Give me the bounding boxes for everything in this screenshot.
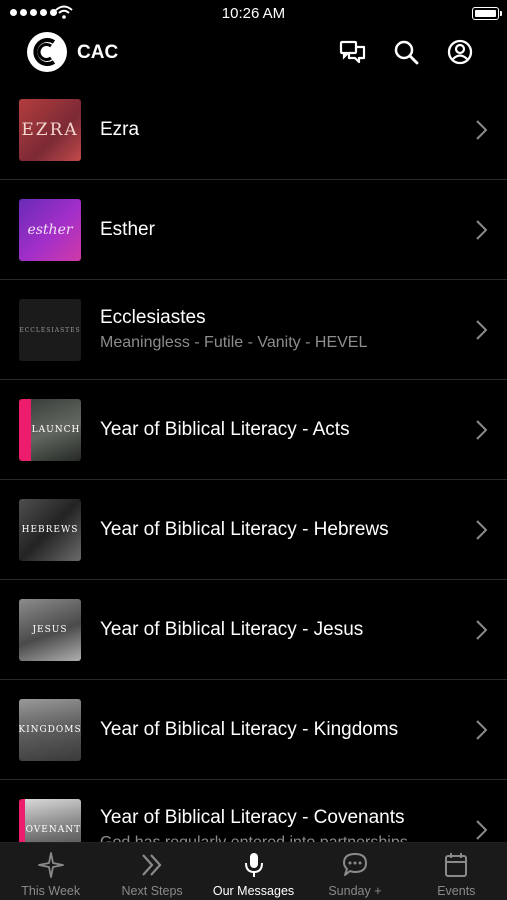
chevron-right-icon [476, 820, 488, 840]
list-item[interactable]: ECCLESIASTES Ecclesiastes Meaningless - … [0, 280, 507, 380]
app-header: CAC [0, 28, 507, 80]
series-thumbnail: ECCLESIASTES [19, 299, 81, 361]
double-chevron-icon [142, 854, 162, 876]
logo-icon[interactable] [27, 32, 67, 72]
series-title: Year of Biblical Literacy - Hebrews [100, 518, 389, 540]
chevron-right-icon [476, 220, 488, 240]
tab-label: Events [437, 884, 476, 898]
chevron-right-icon [476, 620, 488, 640]
list-item[interactable]: HEBREWS Year of Biblical Literacy - Hebr… [0, 480, 507, 580]
series-list: EZRA Ezra esther Esther ECCLESIASTES Ecc… [0, 80, 507, 842]
list-item[interactable]: LAUNCH Year of Biblical Literacy - Acts [0, 380, 507, 480]
series-title: Year of Biblical Literacy - Acts [100, 418, 350, 440]
tab-bar: This Week Next Steps Our Messages Sunday… [0, 842, 507, 900]
series-title: Ezra [100, 118, 140, 140]
series-thumbnail: LAUNCH [19, 399, 81, 461]
list-item[interactable]: EZRA Ezra [0, 80, 507, 180]
chevron-right-icon [476, 120, 488, 140]
list-item[interactable]: esther Esther [0, 180, 507, 280]
series-subtitle: God has regularly entered into partnersh… [100, 834, 457, 842]
series-title: Year of Biblical Literacy - Kingdoms [100, 718, 399, 740]
series-thumbnail: esther [19, 199, 81, 261]
tab-label: Sunday + [328, 884, 382, 898]
list-item[interactable]: KINGDOMS Year of Biblical Literacy - Kin… [0, 680, 507, 780]
sparkle-icon [37, 852, 64, 878]
status-bar: 10:26 AM [0, 0, 507, 28]
series-thumbnail: JESUS [19, 599, 81, 661]
list-item[interactable]: JESUS Year of Biblical Literacy - Jesus [0, 580, 507, 680]
chat-bubbles-icon[interactable] [339, 38, 367, 66]
chevron-right-icon [476, 720, 488, 740]
chevron-right-icon [476, 520, 488, 540]
series-title: Esther [100, 218, 155, 240]
series-thumbnail: COVENANTS [19, 799, 81, 842]
series-thumbnail: KINGDOMS [19, 699, 81, 761]
series-thumbnail: EZRA [19, 99, 81, 161]
tab-label: This Week [21, 884, 81, 898]
series-title: Year of Biblical Literacy - Covenants [100, 807, 405, 828]
chat-bubble-icon [342, 853, 367, 876]
tab-this-week[interactable]: This Week [0, 843, 101, 900]
series-title: Year of Biblical Literacy - Jesus [100, 618, 364, 640]
battery-icon [472, 7, 502, 20]
microphone-icon [244, 853, 263, 877]
tab-next-steps[interactable]: Next Steps [101, 843, 202, 900]
chevron-right-icon [476, 320, 488, 340]
chevron-right-icon [476, 420, 488, 440]
calendar-icon [445, 853, 468, 877]
list-item[interactable]: COVENANTS Year of Biblical Literacy - Co… [0, 780, 507, 842]
brand-name: CAC [77, 42, 119, 63]
account-icon[interactable] [446, 38, 474, 66]
tab-sunday-plus[interactable]: Sunday + [304, 843, 405, 900]
search-icon[interactable] [392, 38, 420, 66]
tab-our-messages[interactable]: Our Messages [203, 843, 304, 900]
series-thumbnail: HEBREWS [19, 499, 81, 561]
series-subtitle: Meaningless - Futile - Vanity - HEVEL [100, 334, 368, 351]
tab-label: Our Messages [212, 884, 295, 898]
series-title: Ecclesiastes [100, 307, 206, 328]
status-time: 10:26 AM [221, 5, 286, 22]
tab-events[interactable]: Events [406, 843, 507, 900]
tab-label: Next Steps [121, 884, 183, 898]
